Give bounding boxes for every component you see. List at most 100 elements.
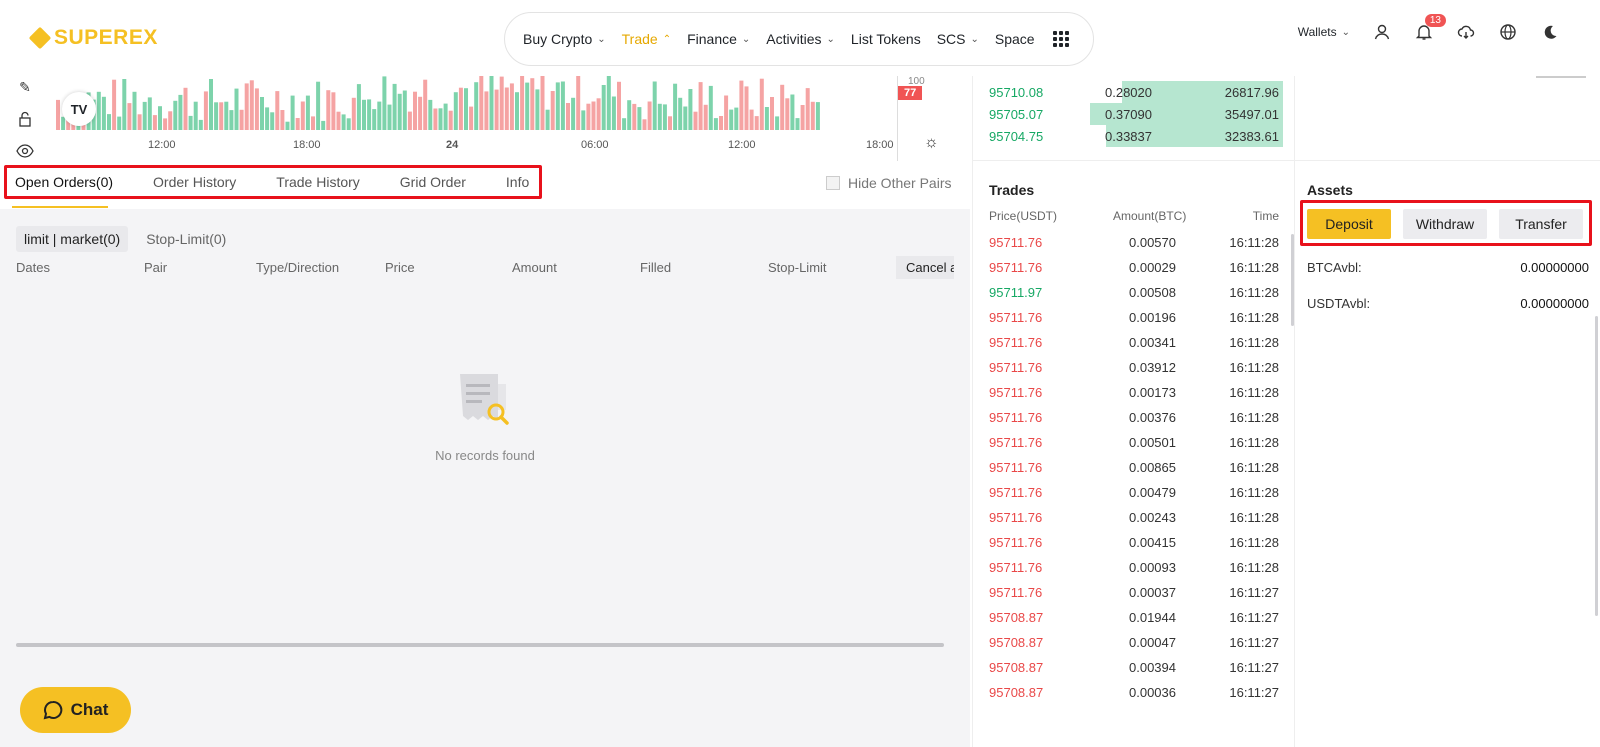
chevron-down-icon: ⌄ [1341, 26, 1350, 38]
trade-amount: 0.01944 [1129, 610, 1176, 625]
volume-bar [515, 92, 519, 130]
tab-info[interactable]: Info [506, 174, 529, 190]
tab-trade-history[interactable]: Trade History [276, 174, 360, 190]
volume-bar [367, 99, 372, 130]
usdt-balance-value: 0.00000000 [1520, 296, 1589, 311]
volume-bar [305, 95, 310, 130]
tab-order-history[interactable]: Order History [153, 174, 236, 190]
volume-bar [724, 95, 729, 130]
trade-price: 95711.76 [989, 460, 1043, 475]
volume-bar [107, 114, 111, 130]
eye-icon[interactable] [16, 142, 34, 160]
volume-bar [234, 88, 239, 130]
dark-mode-moon-icon[interactable] [1540, 22, 1560, 42]
volume-bar [142, 101, 147, 130]
volume-bar [479, 76, 484, 130]
volume-bar [632, 103, 637, 130]
trade-row: 95711.76 0.03912 16:11:28 [973, 360, 1295, 385]
assets-scrollbar[interactable] [1595, 316, 1598, 616]
wallets-menu[interactable]: Wallets ⌄ [1298, 25, 1350, 39]
tab-open-orders[interactable]: Open Orders(0) [15, 174, 113, 190]
volume-bar [316, 81, 321, 130]
notification-bell-icon[interactable]: 13 [1414, 14, 1446, 42]
trade-amount: 0.00196 [1129, 310, 1176, 325]
nav-scs[interactable]: SCS ⌄ [937, 31, 979, 47]
tab-grid-order[interactable]: Grid Order [400, 174, 466, 190]
volume-bar [423, 79, 428, 130]
nav-activities[interactable]: Activities ⌄ [766, 31, 835, 47]
nav-scs-label: SCS [936, 31, 966, 47]
nav-list-tokens-label: List Tokens [850, 31, 921, 47]
superex-logo[interactable]: SUPEREX [28, 26, 158, 50]
trade-price: 95708.87 [989, 660, 1044, 675]
nav-finance[interactable]: Finance ⌄ [687, 31, 750, 47]
download-cloud-icon[interactable] [1456, 22, 1476, 42]
volume-bar [214, 102, 219, 130]
globe-icon[interactable] [1498, 22, 1518, 42]
volume-bar [163, 118, 168, 130]
deposit-button[interactable]: Deposit [1307, 209, 1391, 239]
chat-button[interactable]: Chat [20, 687, 131, 733]
cancel-all-button[interactable]: Cancel all [896, 256, 954, 279]
volume-bar [815, 102, 820, 130]
trade-amount: 0.00029 [1129, 260, 1176, 275]
volume-bar [642, 119, 647, 130]
nav-trade[interactable]: Trade ⌃ [622, 31, 671, 47]
trades-col-amount: Amount(BTC) [1113, 209, 1187, 223]
apps-grid-icon[interactable] [1052, 31, 1069, 47]
subtab-stop-limit[interactable]: Stop-Limit(0) [146, 231, 226, 247]
volume-bar [418, 96, 423, 130]
volume-bar [652, 81, 657, 130]
trade-price: 95711.76 [989, 435, 1043, 450]
hide-pairs-checkbox[interactable] [826, 176, 840, 190]
volume-bar [188, 115, 193, 130]
volume-bar [321, 120, 326, 130]
volume-bar [566, 103, 570, 130]
unlock-icon[interactable] [16, 110, 34, 128]
price-chart[interactable]: ✎ TV 12:00 18:00 24 06:00 12:00 18:00 10… [0, 76, 970, 161]
trade-row: 95711.76 0.00479 16:11:28 [973, 485, 1295, 510]
volume-bar [668, 116, 672, 130]
volume-bar [382, 76, 387, 130]
transfer-button[interactable]: Transfer [1499, 209, 1583, 239]
col-type-direction: Type/Direction [256, 260, 340, 275]
volume-bar [601, 85, 606, 130]
volume-bar [560, 81, 565, 130]
chat-bubble-icon [43, 700, 62, 720]
user-icon[interactable] [1372, 22, 1392, 42]
withdraw-button[interactable]: Withdraw [1403, 209, 1487, 239]
hide-other-pairs-toggle[interactable]: Hide Other Pairs [826, 175, 951, 191]
trade-time: 16:11:28 [1229, 460, 1279, 475]
trade-row: 95711.76 0.00196 16:11:28 [973, 310, 1295, 335]
orderbook-row[interactable]: 95710.08 0.28020 26817.96 [973, 81, 1295, 103]
volume-bar [708, 85, 713, 130]
volume-bar [152, 115, 157, 130]
orderbook-row[interactable]: 95704.75 0.33837 32383.61 [973, 125, 1295, 147]
btc-balance-label: BTCAvbl: [1307, 260, 1362, 275]
horizontal-scrollbar[interactable] [16, 643, 944, 647]
volume-bar [239, 109, 244, 130]
nav-list-tokens[interactable]: List Tokens [851, 31, 921, 47]
orders-table-header: Dates Pair Type/Direction Price Amount F… [16, 260, 956, 280]
logo-text: SUPEREX [54, 26, 158, 49]
trade-price: 95711.76 [989, 410, 1043, 425]
trade-time: 16:11:27 [1229, 585, 1279, 600]
usdt-balance-label: USDTAvbl: [1307, 296, 1371, 311]
volume-bar [351, 97, 356, 130]
lock-drawing-icon[interactable]: ✎ [16, 78, 34, 96]
divider [1295, 160, 1600, 161]
trade-price: 95711.76 [989, 360, 1043, 375]
tradingview-logo[interactable]: TV [62, 92, 96, 126]
nav-space[interactable]: Space [995, 31, 1035, 47]
chart-toolbar: ✎ [10, 76, 40, 161]
trade-time: 16:11:28 [1229, 535, 1279, 550]
nav-buy-crypto[interactable]: Buy Crypto ⌄ [523, 31, 606, 47]
trade-time: 16:11:27 [1229, 685, 1279, 700]
subtab-limit-market[interactable]: limit | market(0) [16, 226, 129, 252]
time-label: 06:00 [581, 139, 609, 151]
volume-bar [147, 97, 152, 130]
orderbook-row[interactable]: 95705.07 0.37090 35497.01 [973, 103, 1295, 125]
chart-settings-icon[interactable]: ☼ [924, 134, 939, 152]
volume-bar [158, 106, 162, 130]
orders-tabs-bar: Open Orders(0) Order History Trade Histo… [0, 161, 970, 209]
